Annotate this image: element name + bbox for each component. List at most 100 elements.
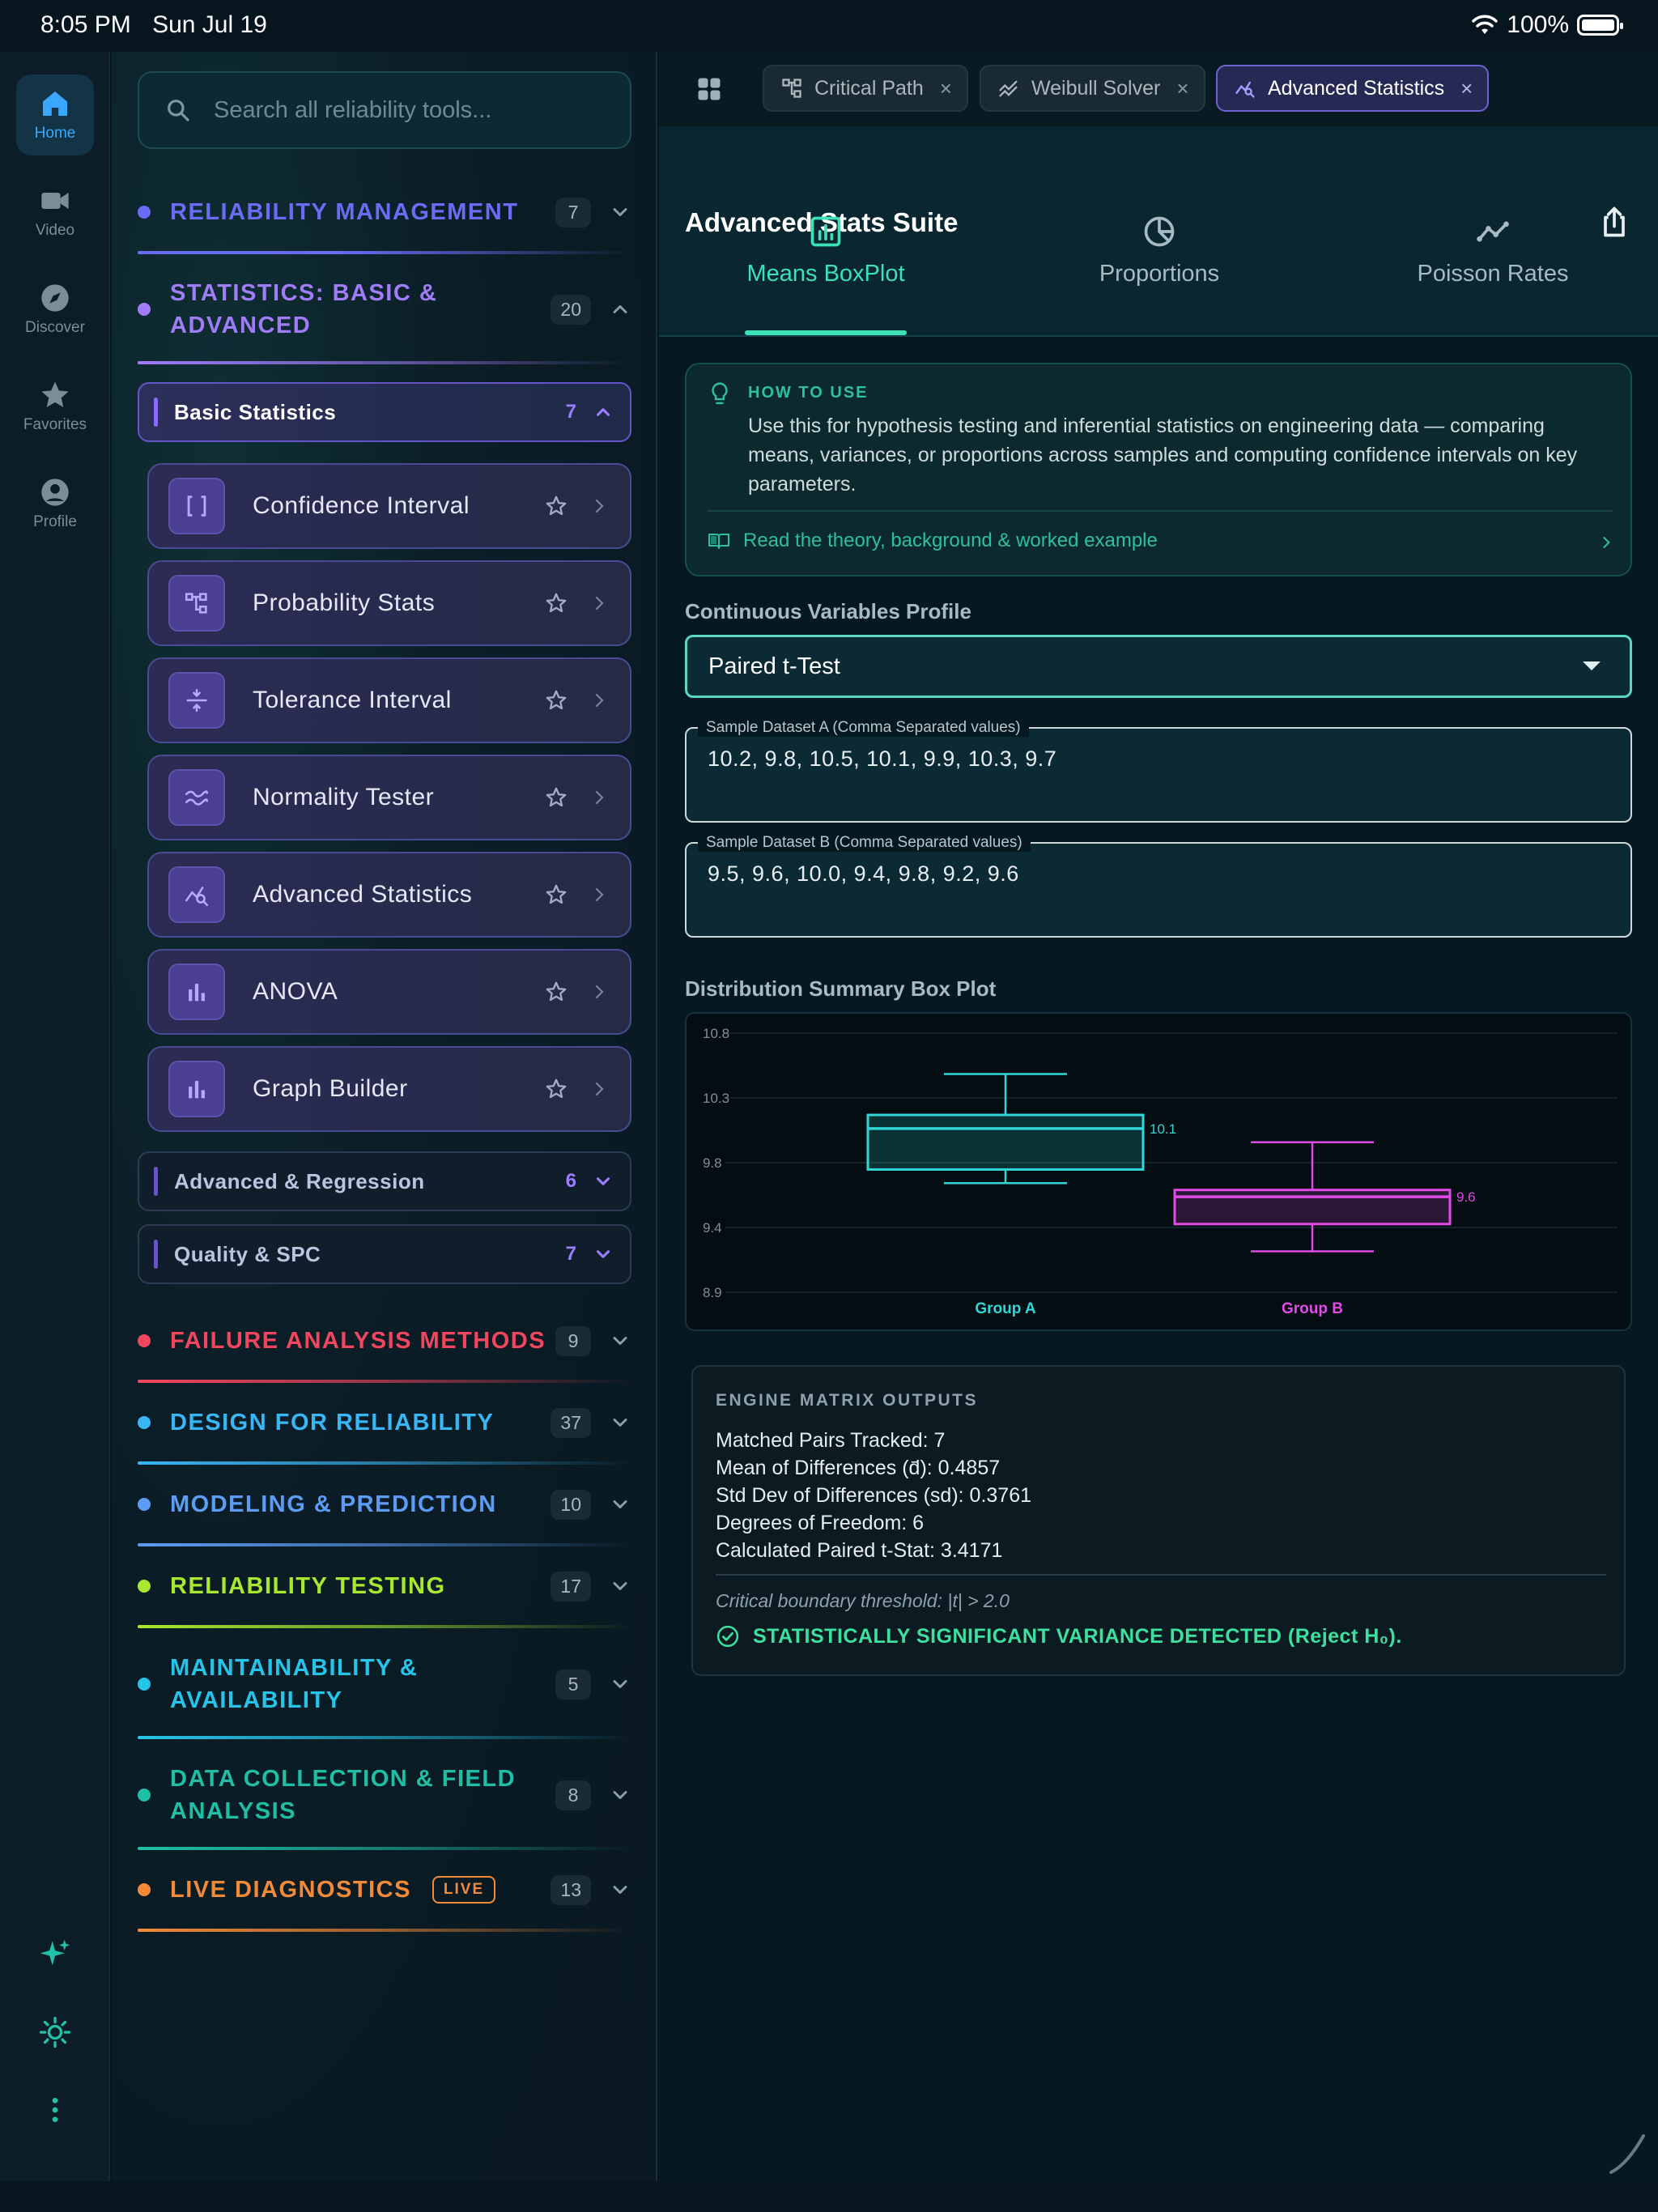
category-count: 20 xyxy=(551,294,591,325)
theme-button[interactable] xyxy=(36,2013,74,2052)
subgroup-quality-spc[interactable]: Quality & SPC 7 xyxy=(138,1224,631,1284)
tool-advanced-statistics[interactable]: Advanced Statistics xyxy=(147,852,631,938)
dataset-a-label: Sample Dataset A (Comma Separated values… xyxy=(698,719,1029,737)
tab-critical-path[interactable]: Critical Path × xyxy=(763,65,968,112)
segment-proportions[interactable]: Proportions xyxy=(993,214,1326,343)
close-icon[interactable]: × xyxy=(1176,76,1188,101)
search-box[interactable] xyxy=(138,71,631,149)
profile-label: Continuous Variables Profile xyxy=(685,599,971,623)
chevron-up-icon xyxy=(613,305,627,313)
segment-indicator xyxy=(745,330,907,335)
star-outline-icon[interactable] xyxy=(544,591,568,615)
box-plot-svg: 10.8 10.3 9.8 9.4 8.9 10.1 Group A 9.6 Group B xyxy=(703,1026,1618,1317)
tab-bar: Critical Path × Weibull Solver × Advance… xyxy=(659,52,1658,126)
dataset-a-field[interactable]: Sample Dataset A (Comma Separated values… xyxy=(685,719,1632,823)
rail-item-home[interactable]: Home xyxy=(16,74,94,155)
tab-weibull-solver[interactable]: Weibull Solver × xyxy=(980,65,1205,112)
star-icon xyxy=(41,381,69,407)
line-chart-icon xyxy=(1477,221,1509,242)
how-to-use-card: HOW TO USE Use this for hypothesis testi… xyxy=(685,363,1632,576)
category-failure-analysis[interactable]: FAILURE ANALYSIS METHODS 9 xyxy=(138,1325,631,1357)
caret-down-icon xyxy=(1583,661,1601,670)
tool-anova[interactable]: ANOVA xyxy=(147,949,631,1035)
dataset-a-input[interactable]: 10.2, 9.8, 10.5, 10.1, 9.9, 10.3, 9.7 xyxy=(708,747,1056,772)
category-data-collection[interactable]: DATA COLLECTION & FIELD ANALYSIS 8 xyxy=(138,1763,631,1827)
category-maintainability[interactable]: MAINTAINABILITY & AVAILABILITY 5 xyxy=(138,1652,631,1716)
category-underline xyxy=(138,251,631,254)
box-plot-chart: 10.8 10.3 9.8 9.4 8.9 10.1 Group A 9.6 Group B xyxy=(685,1012,1632,1331)
more-button[interactable] xyxy=(36,2091,74,2129)
close-icon[interactable]: × xyxy=(940,76,952,101)
analytics-icon xyxy=(185,887,209,907)
star-outline-icon[interactable] xyxy=(544,494,568,518)
subgroup-advanced-regression[interactable]: Advanced & Regression 6 xyxy=(138,1151,631,1211)
chevron-down-icon xyxy=(613,1791,627,1799)
engine-outputs-card: ENGINE MATRIX OUTPUTS Matched Pairs Trac… xyxy=(691,1365,1626,1676)
category-reliability-testing[interactable]: RELIABILITY TESTING 17 xyxy=(138,1570,631,1602)
rail-item-profile[interactable]: Profile xyxy=(16,463,94,544)
home-icon xyxy=(43,91,67,116)
profile-select[interactable]: Paired t-Test xyxy=(685,635,1632,698)
bar-chart-icon xyxy=(189,984,205,1002)
category-live-diagnostics[interactable]: LIVE DIAGNOSTICS LIVE 13 xyxy=(138,1874,631,1906)
segment-means-boxplot[interactable]: Means BoxPlot xyxy=(659,214,993,343)
star-outline-icon[interactable] xyxy=(544,980,568,1004)
x-category-label: Group B xyxy=(1282,1300,1343,1317)
category-statistics[interactable]: STATISTICS: BASIC & ADVANCED 20 xyxy=(138,277,631,342)
theory-link[interactable]: Read the theory, background & worked exa… xyxy=(708,530,1158,552)
sparkle-button[interactable] xyxy=(36,1935,74,1974)
chart-label: Distribution Summary Box Plot xyxy=(685,976,997,1001)
rail-item-video[interactable]: Video xyxy=(16,172,94,253)
tree-icon xyxy=(185,593,207,614)
category-title: STATISTICS: BASIC & ADVANCED xyxy=(170,280,438,338)
chevron-right-icon xyxy=(595,790,604,805)
category-reliability-management[interactable]: RELIABILITY MANAGEMENT 7 xyxy=(138,196,631,228)
star-outline-icon[interactable] xyxy=(544,1077,568,1101)
category-dot xyxy=(138,303,151,316)
chevron-down-icon xyxy=(613,1419,627,1427)
category-design-for-reliability[interactable]: DESIGN FOR RELIABILITY 37 xyxy=(138,1406,631,1439)
chevron-down-icon xyxy=(596,1250,610,1258)
how-to-use-body: Use this for hypothesis testing and infe… xyxy=(748,415,1578,496)
tab-advanced-statistics[interactable]: Advanced Statistics × xyxy=(1216,65,1490,112)
outputs-heading: ENGINE MATRIX OUTPUTS xyxy=(716,1391,978,1410)
result-status: STATISTICALLY SIGNIFICANT VARIANCE DETEC… xyxy=(716,1624,1402,1648)
y-tick-label: 10.3 xyxy=(703,1091,729,1106)
rail-item-discover[interactable]: Discover xyxy=(16,269,94,350)
dataset-b-input[interactable]: 9.5, 9.6, 10.0, 9.4, 9.8, 9.2, 9.6 xyxy=(708,861,1019,887)
search-input[interactable] xyxy=(214,96,586,124)
chevron-right-icon xyxy=(595,887,604,902)
rail-item-favorites[interactable]: Favorites xyxy=(16,366,94,447)
y-tick-label: 10.8 xyxy=(703,1026,729,1041)
star-outline-icon[interactable] xyxy=(544,688,568,713)
dataset-b-field[interactable]: Sample Dataset B (Comma Separated values… xyxy=(685,834,1632,938)
status-time: 8:05 PM xyxy=(40,11,131,38)
subgroup-basic-statistics[interactable]: Basic Statistics 7 xyxy=(138,382,631,442)
main-panel: Critical Path × Weibull Solver × Advance… xyxy=(659,52,1658,2181)
tool-probability-stats[interactable]: Probability Stats xyxy=(147,560,631,646)
y-tick-label: 9.8 xyxy=(703,1155,722,1171)
chevron-right-icon xyxy=(595,596,604,610)
chevron-up-icon xyxy=(596,408,610,416)
sun-icon xyxy=(39,2016,71,2048)
star-outline-icon[interactable] xyxy=(544,883,568,907)
grid-icon[interactable] xyxy=(695,74,724,104)
tool-tolerance-interval[interactable]: Tolerance Interval xyxy=(147,657,631,743)
tool-confidence-interval[interactable]: Confidence Interval xyxy=(147,463,631,549)
tool-graph-builder[interactable]: Graph Builder xyxy=(147,1046,631,1132)
box-group-a xyxy=(866,1113,1145,1171)
tolerance-icon xyxy=(186,688,207,713)
close-icon[interactable]: × xyxy=(1460,76,1473,101)
segment-poisson-rates[interactable]: Poisson Rates xyxy=(1326,214,1658,343)
star-outline-icon[interactable] xyxy=(544,785,568,810)
tool-normality-tester[interactable]: Normality Tester xyxy=(147,755,631,840)
resize-handle-icon xyxy=(1609,2134,1645,2174)
chevron-right-icon xyxy=(595,1082,604,1096)
status-bar: 8:05 PM Sun Jul 19 100% xyxy=(0,0,1658,52)
battery-icon xyxy=(1577,15,1623,36)
wifi-icon xyxy=(1472,15,1499,34)
chevron-right-icon[interactable] xyxy=(1598,534,1614,551)
network-icon xyxy=(782,79,801,98)
book-icon xyxy=(708,534,729,549)
category-modeling-prediction[interactable]: MODELING & PREDICTION 10 xyxy=(138,1488,631,1521)
